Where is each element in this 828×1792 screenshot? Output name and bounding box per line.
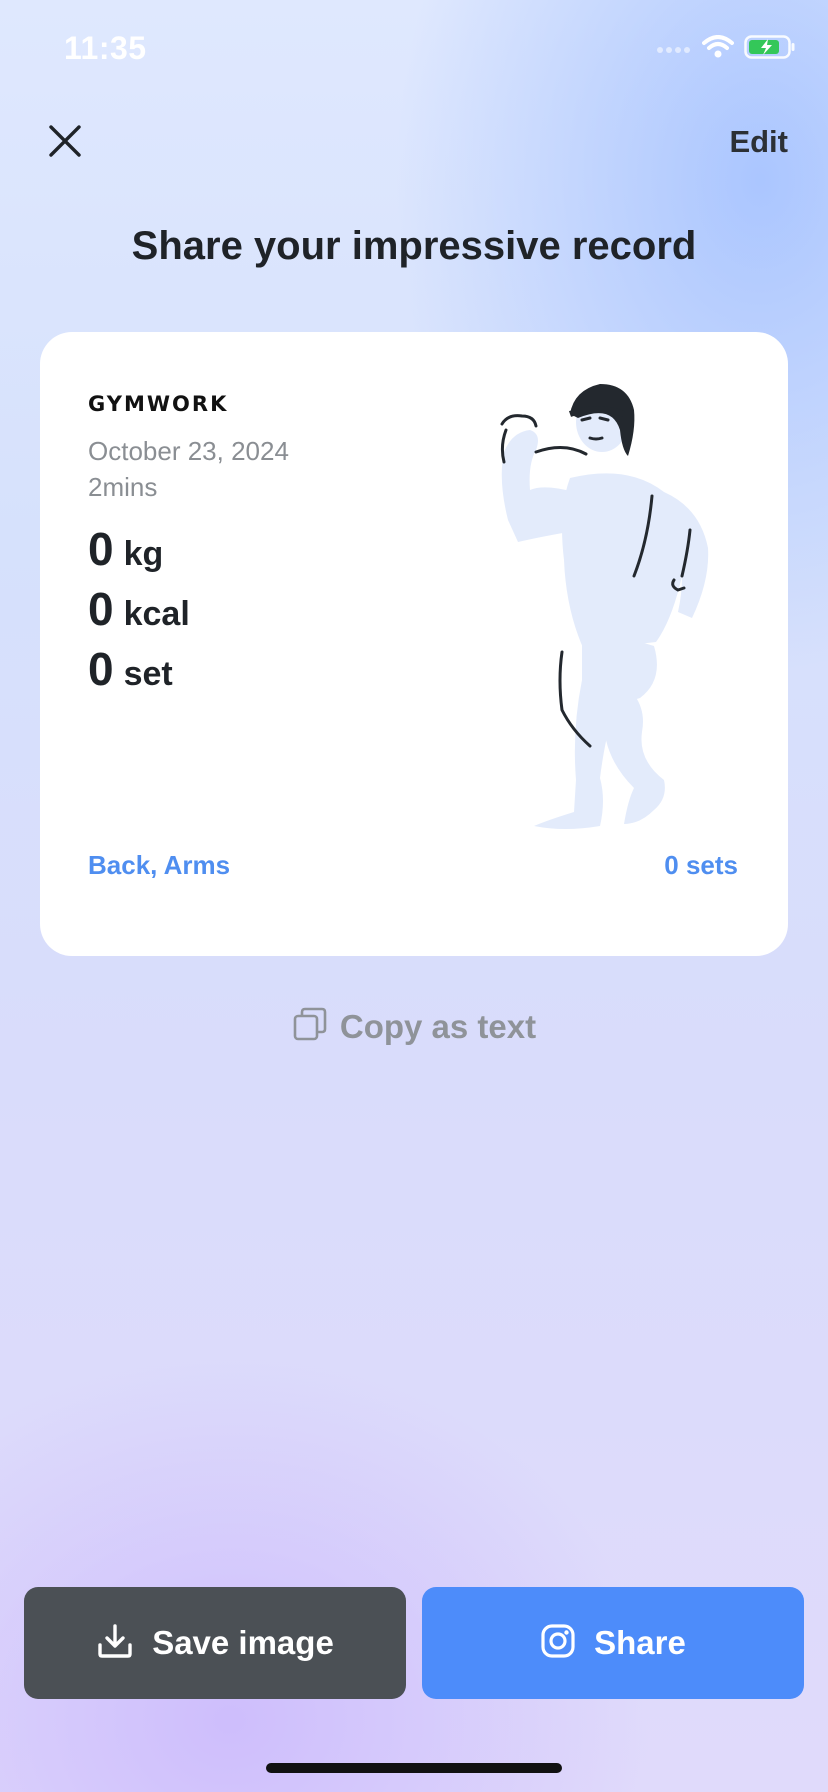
save-image-label: Save image	[152, 1624, 334, 1661]
stat-calories: 0 kcal	[88, 582, 190, 642]
share-button[interactable]: Share	[422, 1587, 804, 1699]
battery-charging-icon	[744, 34, 796, 65]
page-title: Share your impressive record	[131, 224, 697, 268]
flexing-bodybuilder-illustration	[478, 380, 778, 840]
muscle-groups: Back, Arms	[88, 850, 231, 880]
close-button[interactable]	[40, 118, 90, 168]
stat-value: 0	[88, 643, 114, 695]
stats-list: 0 kg 0 kcal 0 set	[88, 522, 190, 702]
stat-value: 0	[88, 583, 114, 635]
stat-value: 0	[88, 523, 114, 575]
status-icons	[656, 34, 796, 65]
status-bar: 11:35	[0, 0, 828, 100]
stat-sets: 0 set	[88, 642, 190, 702]
instagram-icon	[540, 1623, 576, 1664]
save-image-button[interactable]: Save image	[24, 1587, 406, 1699]
workout-duration: 2mins	[88, 472, 158, 502]
share-label: Share	[594, 1624, 686, 1661]
home-indicator[interactable]	[266, 1763, 562, 1773]
stat-weight: 0 kg	[88, 522, 190, 582]
record-card: GYMWORK October 23, 2024 2mins 0 kg 0 kc…	[40, 332, 788, 956]
close-icon	[48, 124, 82, 163]
workout-date: October 23, 2024	[88, 436, 289, 466]
edit-button[interactable]: Edit	[729, 124, 788, 160]
brand-logo: GYMWORK	[88, 392, 229, 416]
status-time: 11:35	[64, 30, 147, 66]
wifi-icon	[702, 35, 734, 64]
sets-count: 0 sets	[664, 850, 738, 880]
copy-icon	[292, 1006, 328, 1047]
signal-icon	[656, 40, 692, 59]
copy-as-text-button[interactable]: Copy as text	[0, 1006, 828, 1047]
stat-unit: kg	[123, 535, 164, 573]
stat-unit: set	[123, 655, 173, 693]
download-icon	[96, 1622, 134, 1665]
stat-unit: kcal	[123, 595, 190, 633]
copy-label: Copy as text	[339, 1007, 537, 1045]
